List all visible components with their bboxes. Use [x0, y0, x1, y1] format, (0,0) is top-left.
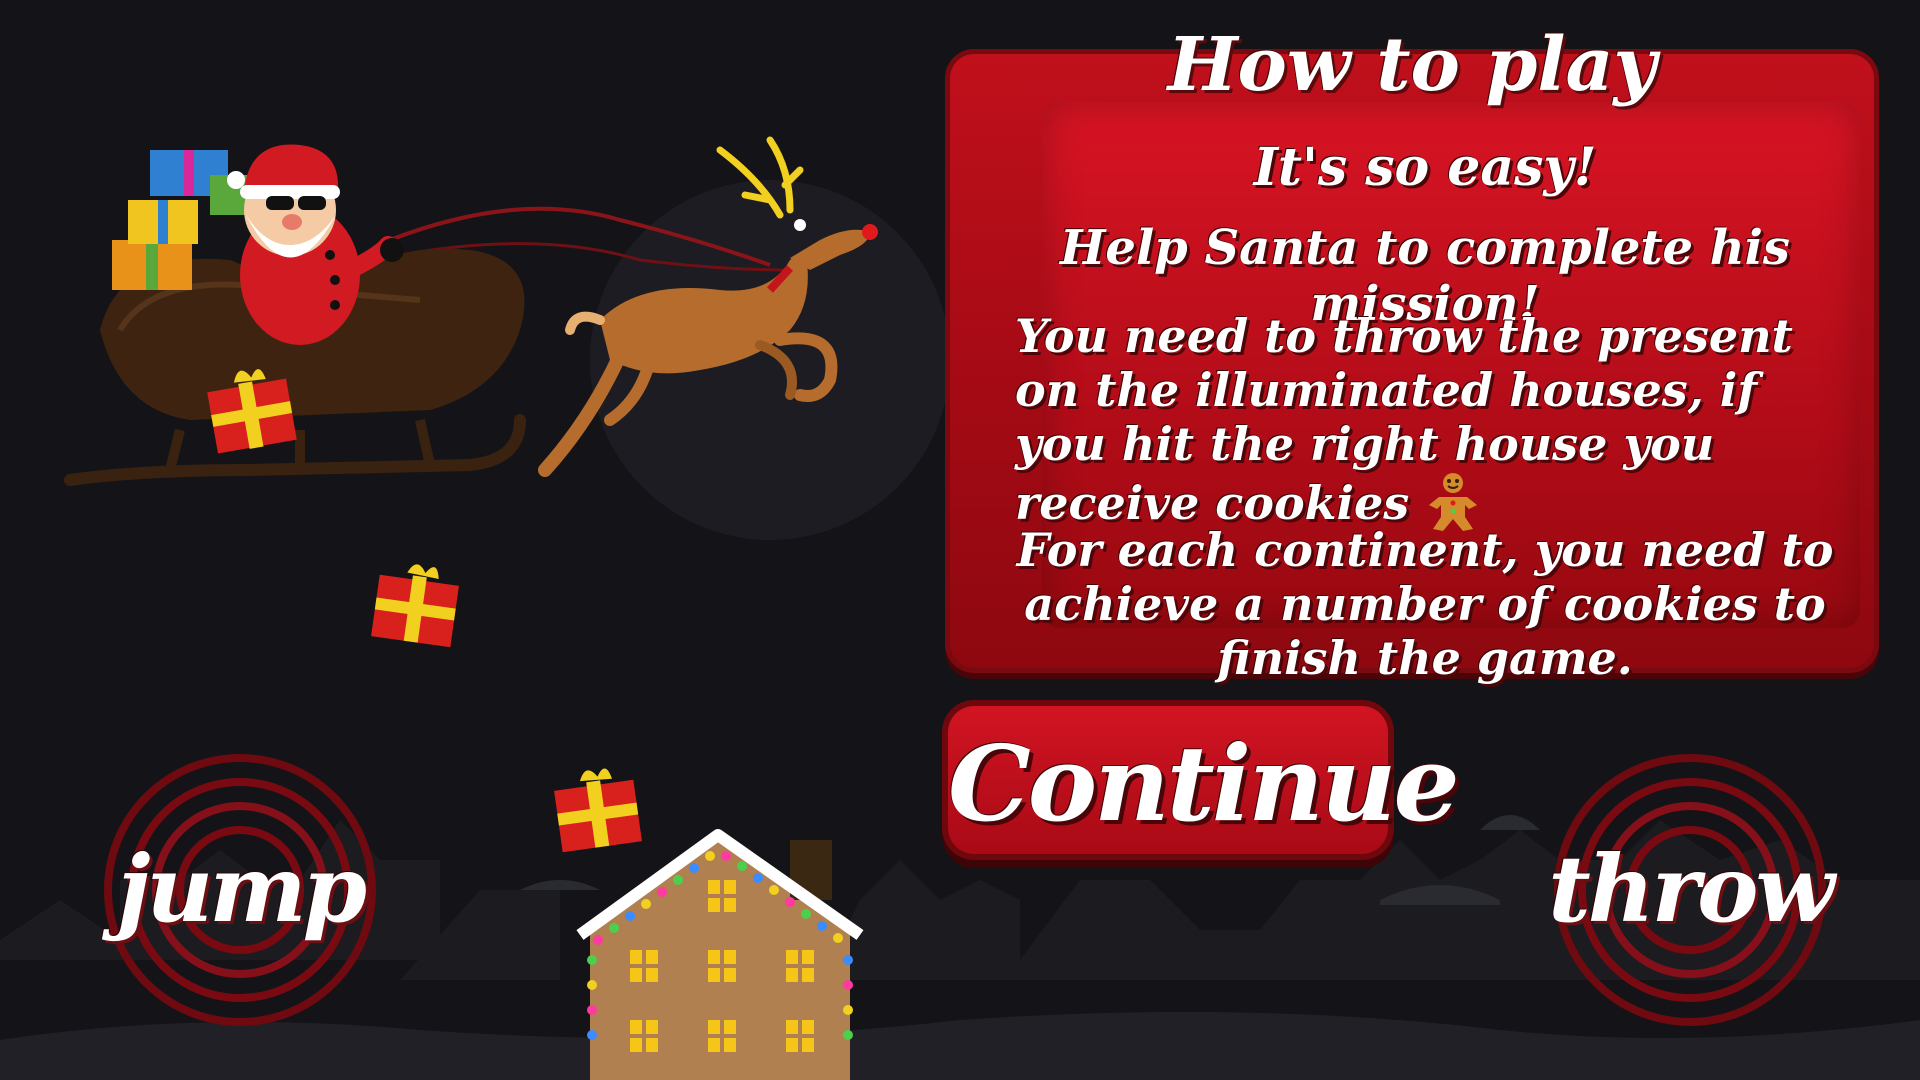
- panel-title: How to play: [1167, 22, 1657, 108]
- panel-continents-text: For each continent, you need to achieve …: [1016, 523, 1834, 685]
- panel-subtitle: It's so easy!: [1253, 137, 1597, 198]
- continue-button[interactable]: Continue: [948, 706, 1460, 854]
- panel-throw-text: You need to throw the present on the ill…: [1015, 309, 1845, 533]
- panel-throw-line: You need to throw the present on the ill…: [1015, 309, 1793, 531]
- continue-label: Continue: [948, 722, 1460, 845]
- santa-sleigh: [64, 144, 526, 486]
- throw-button[interactable]: throw: [1540, 740, 1840, 1040]
- throw-label: throw: [1548, 835, 1834, 943]
- jump-button[interactable]: jump: [90, 740, 390, 1040]
- illuminated-house: [576, 829, 864, 1080]
- jump-label: jump: [117, 835, 367, 943]
- gift-icon: [371, 564, 459, 648]
- gift-icon: [554, 768, 642, 853]
